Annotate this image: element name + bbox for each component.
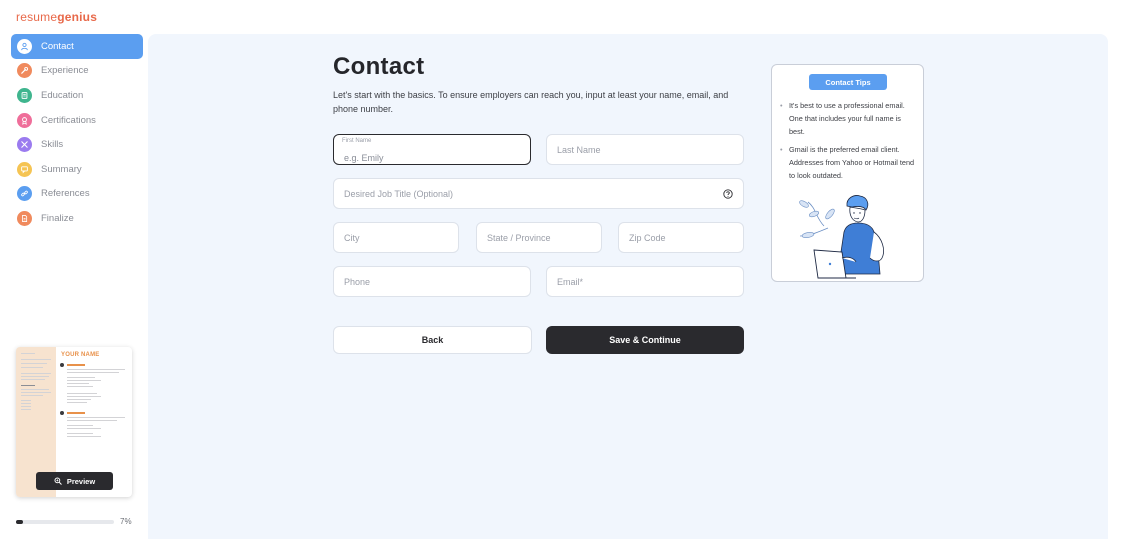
- tip-item: Gmail is the preferred email client. Add…: [780, 143, 916, 182]
- state-field[interactable]: State / Province: [476, 222, 602, 253]
- preview-button[interactable]: Preview: [36, 472, 113, 490]
- sidebar-item-education[interactable]: Education: [11, 83, 143, 108]
- sidebar-item-skills[interactable]: Skills: [11, 132, 143, 157]
- email-placeholder: Email*: [557, 276, 584, 287]
- help-icon[interactable]: [723, 188, 733, 199]
- sidebar-item-contact[interactable]: Contact: [11, 34, 143, 59]
- zip-code-field[interactable]: Zip Code: [618, 222, 744, 253]
- tip-item: It's best to use a professional email. O…: [780, 99, 916, 138]
- save-continue-button[interactable]: Save & Continue: [546, 326, 744, 354]
- first-name-label: First Name: [342, 138, 372, 144]
- phone-field[interactable]: Phone: [333, 266, 531, 297]
- progress-bar: [16, 520, 114, 524]
- city-field[interactable]: City: [333, 222, 459, 253]
- wrench-icon: [17, 63, 32, 79]
- chat-icon: [17, 161, 32, 177]
- phone-placeholder: Phone: [344, 276, 371, 287]
- sidebar-item-finalize[interactable]: Finalize: [11, 206, 143, 231]
- resume-preview-name: YOUR NAME: [61, 352, 100, 358]
- sidebar-item-label: Skills: [41, 139, 64, 151]
- book-icon: [17, 87, 32, 103]
- sidebar-nav: Contact Experience Education Certificati…: [11, 34, 143, 231]
- progress-percent: 7%: [120, 517, 132, 526]
- user-icon: [17, 38, 32, 54]
- sidebar-item-certifications[interactable]: Certifications: [11, 108, 143, 133]
- resumegenius-logo[interactable]: resumegenius: [16, 10, 97, 24]
- back-button[interactable]: Back: [333, 326, 532, 354]
- job-title-placeholder: Desired Job Title (Optional): [344, 188, 454, 199]
- state-placeholder: State / Province: [487, 232, 551, 243]
- sidebar-item-label: Finalize: [41, 212, 74, 224]
- sidebar-item-label: Experience: [41, 65, 89, 77]
- person-laptop-illustration: [799, 195, 884, 279]
- sidebar-item-label: Summary: [41, 163, 82, 175]
- logo-text-part2: genius: [57, 10, 98, 24]
- sidebar-item-references[interactable]: References: [11, 182, 143, 207]
- tips-title-badge: Contact Tips: [809, 74, 887, 90]
- sidebar-item-experience[interactable]: Experience: [11, 59, 143, 84]
- tips-list: It's best to use a professional email. O…: [780, 99, 916, 187]
- page-subtitle: Let's start with the basics. To ensure e…: [333, 90, 729, 114]
- tools-icon: [17, 137, 32, 153]
- zoom-icon: [54, 477, 62, 485]
- last-name-placeholder: Last Name: [557, 144, 601, 155]
- zip-code-placeholder: Zip Code: [629, 232, 666, 243]
- sidebar-item-summary[interactable]: Summary: [11, 157, 143, 182]
- first-name-placeholder: e.g. Emily: [344, 153, 384, 163]
- link-icon: [17, 186, 32, 202]
- city-placeholder: City: [344, 232, 360, 243]
- sidebar-item-label: Contact: [41, 40, 74, 52]
- page-title: Contact: [333, 53, 425, 80]
- last-name-field[interactable]: Last Name: [546, 134, 744, 165]
- progress-fill: [16, 520, 23, 524]
- sidebar-item-label: References: [41, 188, 90, 200]
- job-title-field[interactable]: Desired Job Title (Optional): [333, 178, 744, 209]
- preview-button-label: Preview: [66, 476, 96, 486]
- award-icon: [17, 112, 32, 128]
- logo-text-part1: resume: [16, 10, 58, 24]
- contact-tips-card: Contact Tips It's best to use a professi…: [771, 64, 924, 282]
- first-name-field[interactable]: First Name e.g. Emily: [333, 134, 531, 165]
- sidebar-item-label: Certifications: [41, 114, 96, 126]
- sidebar-item-label: Education: [41, 89, 84, 101]
- document-icon: [17, 210, 32, 226]
- email-field[interactable]: Email*: [546, 266, 744, 297]
